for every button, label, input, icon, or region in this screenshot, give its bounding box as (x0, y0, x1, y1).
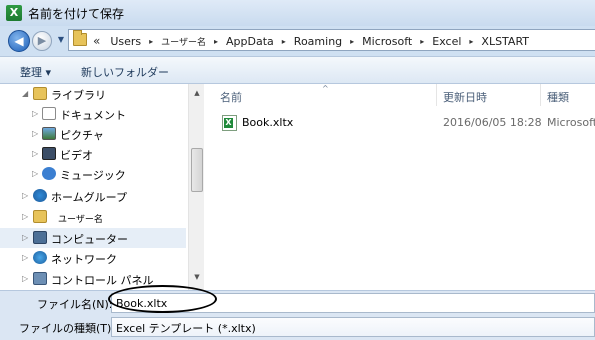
breadcrumb-microsoft[interactable]: Microsoft (362, 35, 412, 48)
nav-item-label: コンピューター (51, 233, 128, 246)
expand-icon[interactable]: ◢ (22, 89, 28, 98)
expand-icon[interactable]: ▷ (22, 253, 28, 262)
filetype-label: ファイルの種類(T): (19, 322, 116, 335)
nav-item-label: ライブラリ (51, 89, 106, 102)
chevron-right-icon[interactable]: ▸ (149, 37, 153, 46)
nav-item-label: ピクチャ (60, 129, 104, 142)
column-header-name[interactable]: 名前 (220, 89, 242, 105)
expand-icon[interactable]: ▷ (32, 169, 38, 178)
chevron-right-icon[interactable]: ▸ (214, 37, 218, 46)
column-header-modified[interactable]: 更新日時 (443, 89, 487, 105)
back-button[interactable]: ◀ (8, 30, 30, 52)
new-folder-button[interactable]: 新しいフォルダー (81, 64, 169, 80)
chevron-right-icon[interactable]: ▸ (420, 37, 424, 46)
network-icon (33, 251, 47, 264)
expand-icon[interactable]: ▷ (22, 233, 28, 242)
column-divider[interactable] (436, 84, 437, 106)
title-bar: X 名前を付けて保存 (0, 0, 595, 26)
breadcrumb-username[interactable]: ユーザー名 (161, 35, 206, 48)
folder-icon (73, 30, 87, 46)
control-panel-icon (33, 272, 47, 285)
file-type: Microsoft (547, 116, 595, 129)
nav-item-user[interactable]: ▷ ユーザー名 (0, 207, 186, 227)
file-name: Book.xltx (242, 116, 294, 129)
address-bar[interactable]: « Users ▸ ユーザー名 ▸ AppData ▸ Roaming ▸ Mi… (68, 29, 595, 51)
music-icon (42, 167, 56, 180)
homegroup-icon (33, 189, 47, 202)
nav-item-label: ドキュメント (60, 109, 126, 122)
nav-item-label: ユーザー名 (58, 215, 103, 225)
videos-icon (42, 147, 56, 160)
window-title: 名前を付けて保存 (28, 7, 125, 21)
excel-app-icon: X (6, 5, 22, 21)
computer-icon (33, 231, 47, 244)
file-modified: 2016/06/05 18:28 (443, 116, 542, 129)
breadcrumb-roaming[interactable]: Roaming (294, 35, 342, 48)
breadcrumb: « Users ▸ ユーザー名 ▸ AppData ▸ Roaming ▸ Mi… (93, 33, 529, 49)
breadcrumb-excel[interactable]: Excel (432, 35, 461, 48)
column-header-type[interactable]: 種類 (547, 89, 569, 105)
excel-template-icon (222, 115, 237, 131)
recent-locations-dropdown[interactable]: ▼ (56, 34, 66, 46)
sort-ascending-icon: ^ (322, 84, 329, 93)
nav-item-music[interactable]: ▷ ミュージック (0, 164, 186, 184)
nav-item-label: ビデオ (60, 149, 93, 162)
expand-icon[interactable]: ▷ (32, 129, 38, 138)
save-form: ファイル名(N): ファイルの種類(T): Excel テンプレート (*.xl… (0, 290, 595, 340)
nav-item-computer[interactable]: ▷ コンピューター (0, 228, 186, 248)
breadcrumb-users[interactable]: Users (110, 35, 141, 48)
chevron-right-icon[interactable]: ▸ (469, 37, 473, 46)
nav-item-documents[interactable]: ▷ ドキュメント (0, 104, 186, 124)
user-folder-icon (33, 210, 47, 223)
scroll-up-icon[interactable]: ▲ (189, 86, 205, 100)
nav-item-network[interactable]: ▷ ネットワーク (0, 248, 186, 268)
nav-item-homegroup[interactable]: ▷ ホームグループ (0, 186, 186, 206)
file-list: 名前 ^ 更新日時 種類 Book.xltx 2016/06/05 18:28 … (204, 84, 595, 290)
breadcrumb-overflow-button[interactable]: « (93, 34, 100, 48)
expand-icon[interactable]: ▷ (32, 109, 38, 118)
nav-item-label: ホームグループ (51, 191, 128, 204)
expand-icon[interactable]: ▷ (22, 212, 28, 221)
nav-item-libraries[interactable]: ◢ ライブラリ (0, 84, 186, 104)
chevron-right-icon[interactable]: ▸ (350, 37, 354, 46)
breadcrumb-appdata[interactable]: AppData (226, 35, 274, 48)
nav-item-label: ネットワーク (51, 253, 117, 266)
documents-icon (42, 107, 56, 120)
nav-item-videos[interactable]: ▷ ビデオ (0, 144, 186, 164)
navigation-pane: ◢ ライブラリ ▷ ドキュメント ▷ ピクチャ ▷ ビデオ ▷ ミュージック ▷… (0, 84, 188, 290)
pictures-icon (42, 127, 56, 140)
libraries-icon (33, 87, 47, 100)
nav-item-label: ミュージック (60, 169, 126, 182)
navigation-scrollbar[interactable]: ▲ ▼ (188, 84, 204, 290)
expand-icon[interactable]: ▷ (22, 274, 28, 283)
scrollbar-thumb[interactable] (191, 148, 203, 192)
highlight-ellipse (108, 285, 217, 313)
forward-button[interactable]: ▶ (32, 31, 52, 51)
filetype-select[interactable]: Excel テンプレート (*.xltx) (111, 317, 595, 337)
filename-label: ファイル名(N): (37, 298, 113, 311)
breadcrumb-xlstart[interactable]: XLSTART (481, 35, 529, 48)
scroll-down-icon[interactable]: ▼ (189, 270, 205, 284)
nav-item-pictures[interactable]: ▷ ピクチャ (0, 124, 186, 144)
expand-icon[interactable]: ▷ (32, 149, 38, 158)
command-bar: 整理 ▾ 新しいフォルダー (0, 56, 595, 84)
file-row[interactable]: Book.xltx 2016/06/05 18:28 Microsoft (214, 112, 595, 134)
expand-icon[interactable]: ▷ (22, 191, 28, 200)
chevron-right-icon[interactable]: ▸ (282, 37, 286, 46)
column-divider[interactable] (540, 84, 541, 106)
organize-button[interactable]: 整理 ▾ (20, 64, 51, 80)
